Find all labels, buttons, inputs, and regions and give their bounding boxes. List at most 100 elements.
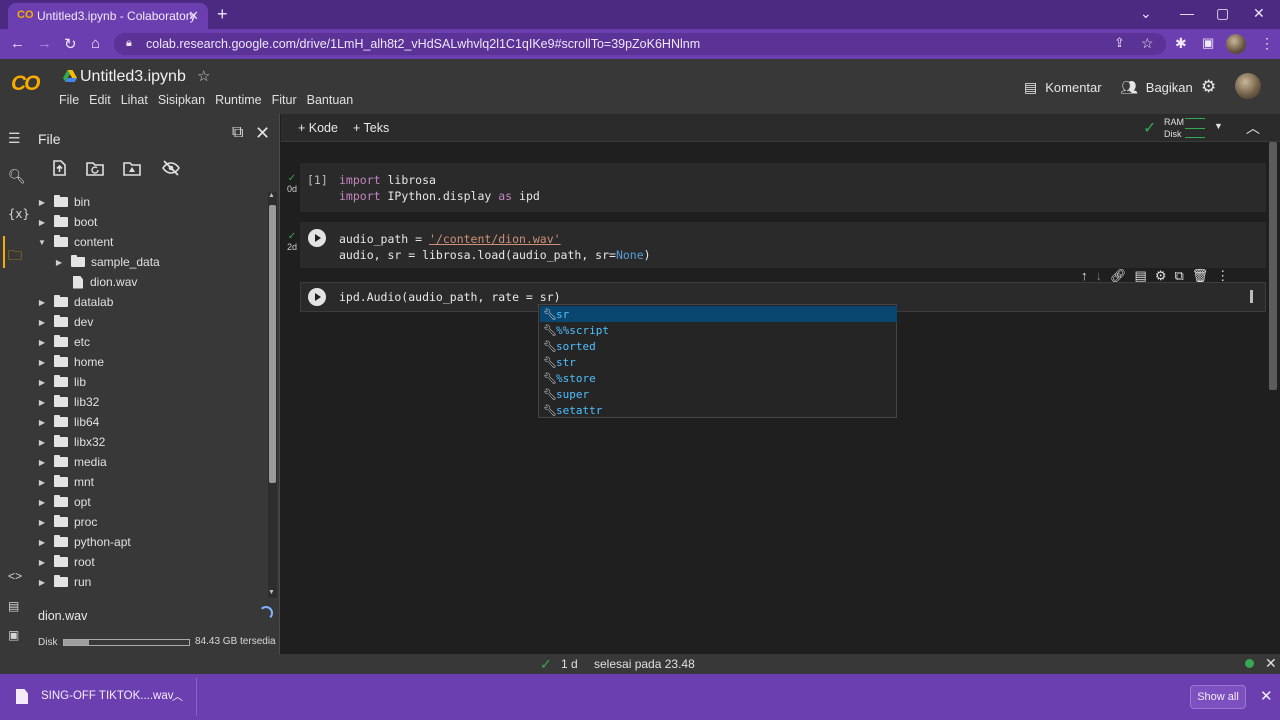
file-tree-row[interactable]: ▶ dev — [36, 312, 93, 332]
menu-file[interactable]: File — [59, 93, 79, 107]
url-text[interactable]: colab.research.google.com/drive/1LmH_alh… — [146, 37, 700, 51]
cell-2-line-1[interactable]: audio_path = '/content/dion.wav' — [339, 232, 561, 246]
file-tree-row[interactable]: ▶ libx32 — [36, 432, 105, 452]
browser-menu-icon[interactable]: ⋮ — [1260, 35, 1274, 52]
code-snippets-icon[interactable]: <> — [8, 569, 22, 583]
file-tree-row[interactable]: ▶ root — [36, 552, 95, 572]
file-tree-row[interactable]: ▶ python-apt — [36, 532, 131, 552]
cell-3-line-1[interactable]: ipd.Audio(audio_path, rate = sr) — [339, 290, 561, 304]
runtime-dropdown-icon[interactable]: ▼ — [1214, 121, 1223, 131]
expand-arrow-icon[interactable]: ▶ — [36, 518, 48, 527]
open-in-tab-icon[interactable]: ⧉ — [232, 124, 243, 142]
scroll-down-icon[interactable]: ▼ — [268, 589, 275, 596]
close-panel-icon[interactable]: ✕ — [255, 123, 270, 144]
file-tree-row[interactable]: ▶ datalab — [36, 292, 113, 312]
hide-hidden-files-icon[interactable] — [162, 160, 180, 176]
settings-gear-icon[interactable]: ⚙ — [1201, 77, 1216, 97]
window-close-icon[interactable]: ✕ — [1253, 5, 1265, 22]
expand-arrow-icon[interactable]: ▶ — [36, 558, 48, 567]
download-file-name[interactable]: SING-OFF TIKTOK....wav — [41, 690, 173, 702]
autocomplete-item[interactable]: 🔧︎ str — [540, 354, 897, 370]
back-icon[interactable]: ← — [10, 35, 25, 52]
download-options-icon[interactable]: ︿ — [172, 688, 183, 704]
autocomplete-item[interactable]: 🔧︎ super — [540, 386, 897, 402]
autocomplete-item[interactable]: 🔧︎ sorted — [540, 338, 897, 354]
lock-icon[interactable]: 🔒︎ — [126, 37, 132, 50]
notebook-title[interactable]: Untitled3.ipynb — [80, 68, 186, 86]
file-tree-row[interactable]: ▶ lib32 — [36, 392, 99, 412]
file-tree-row[interactable]: ▶ boot — [36, 212, 97, 232]
terminal-icon[interactable]: ▣ — [8, 628, 19, 642]
menu-help[interactable]: Bantuan — [307, 93, 354, 107]
search-icon[interactable]: 🔍︎ — [8, 168, 26, 185]
share-button[interactable]: 👥︎ Bagikan — [1120, 79, 1193, 96]
collapse-header-icon[interactable]: ︿ — [1246, 118, 1260, 138]
expand-arrow-icon[interactable]: ▶ — [36, 438, 48, 447]
upload-file-icon[interactable] — [50, 160, 68, 176]
browser-tab[interactable]: CO Untitled3.ipynb - Colaboratory ✕ — [8, 3, 208, 29]
expand-arrow-icon[interactable]: ▶ — [36, 378, 48, 387]
expand-arrow-icon[interactable]: ▶ — [36, 218, 48, 227]
file-tree-row[interactable]: ▼ content — [36, 232, 113, 252]
forward-icon[interactable]: → — [37, 35, 52, 52]
expand-arrow-icon[interactable]: ▶ — [36, 478, 48, 487]
minimize-icon[interactable]: — — [1180, 5, 1194, 21]
file-tree-row[interactable]: dion.wav — [53, 272, 137, 292]
maximize-icon[interactable]: ▢ — [1216, 5, 1229, 22]
mount-drive-icon[interactable] — [123, 160, 141, 176]
autocomplete-item[interactable]: 🔧︎ sr — [540, 306, 897, 322]
autocomplete-item[interactable]: 🔧︎ %%script — [540, 322, 897, 338]
share-page-icon[interactable]: ⇪ — [1114, 35, 1125, 51]
expand-arrow-icon[interactable]: ▶ — [36, 298, 48, 307]
show-all-button[interactable]: Show all — [1190, 685, 1246, 709]
add-text-cell-button[interactable]: + Teks — [353, 121, 389, 135]
file-tree-row[interactable]: ▶ run — [36, 572, 91, 592]
comment-button[interactable]: ▤ Komentar — [1024, 79, 1102, 96]
status-close-icon[interactable]: ✕ — [1265, 655, 1277, 672]
autocomplete-item[interactable]: 🔧︎ setattr — [540, 402, 897, 418]
files-folder-icon[interactable]: 🗀︎ — [8, 245, 22, 269]
refresh-folder-icon[interactable] — [86, 160, 104, 176]
tab-close-icon[interactable]: ✕ — [188, 8, 199, 24]
menu-tools[interactable]: Fitur — [272, 93, 297, 107]
expand-arrow-icon[interactable]: ▶ — [36, 578, 48, 587]
file-tree-row[interactable]: ▶ home — [36, 352, 104, 372]
profile-avatar[interactable] — [1226, 34, 1246, 54]
command-palette-icon[interactable]: ▤ — [8, 599, 19, 613]
expand-arrow-icon[interactable]: ▶ — [36, 458, 48, 467]
tab-search-icon[interactable]: ⌄ — [1140, 5, 1152, 22]
menu-edit[interactable]: Edit — [89, 93, 111, 107]
cell-2-line-2[interactable]: audio, sr = librosa.load(audio_path, sr=… — [339, 248, 651, 262]
expand-arrow-icon[interactable]: ▶ — [36, 498, 48, 507]
run-cell-3-button[interactable] — [308, 288, 326, 306]
cell-1-line-1[interactable]: import librosa — [339, 173, 436, 187]
expand-arrow-icon[interactable]: ▶ — [36, 398, 48, 407]
menu-view[interactable]: Lihat — [121, 93, 148, 107]
file-tree-scroll-thumb[interactable] — [269, 205, 276, 483]
file-tree-row[interactable]: ▶ mnt — [36, 472, 94, 492]
resource-labels[interactable]: RAM Disk — [1164, 116, 1184, 140]
colab-logo[interactable]: CO — [11, 72, 40, 96]
file-tree-row[interactable]: ▶ proc — [36, 512, 97, 532]
close-shelf-icon[interactable]: ✕ — [1260, 687, 1273, 705]
collapse-arrow-icon[interactable]: ▼ — [36, 238, 48, 247]
file-tree-row[interactable]: ▶ bin — [36, 192, 90, 212]
expand-arrow-icon[interactable]: ▶ — [36, 198, 48, 207]
add-code-cell-button[interactable]: + Kode — [298, 121, 338, 135]
file-tree-row[interactable]: ▶ lib — [36, 372, 86, 392]
expand-arrow-icon[interactable]: ▶ — [36, 318, 48, 327]
file-tree-row[interactable]: ▶ opt — [36, 492, 91, 512]
expand-arrow-icon[interactable]: ▶ — [36, 338, 48, 347]
connected-check-icon[interactable]: ✓ — [1143, 118, 1156, 138]
notebook-scrollbar[interactable] — [1269, 142, 1277, 390]
extensions-icon[interactable]: ✱ — [1175, 35, 1187, 52]
reload-icon[interactable]: ↻ — [64, 35, 77, 53]
scroll-up-icon[interactable]: ▲ — [268, 192, 275, 199]
cell-1-line-2[interactable]: import IPython.display as ipd — [339, 189, 540, 203]
star-icon[interactable]: ☆ — [197, 67, 210, 85]
expand-arrow-icon[interactable]: ▶ — [36, 418, 48, 427]
bookmark-star-icon[interactable]: ☆ — [1141, 35, 1154, 52]
variables-icon[interactable]: {x} — [8, 207, 30, 221]
file-tree-row[interactable]: ▶ etc — [36, 332, 90, 352]
code-cell-1[interactable] — [300, 163, 1266, 212]
